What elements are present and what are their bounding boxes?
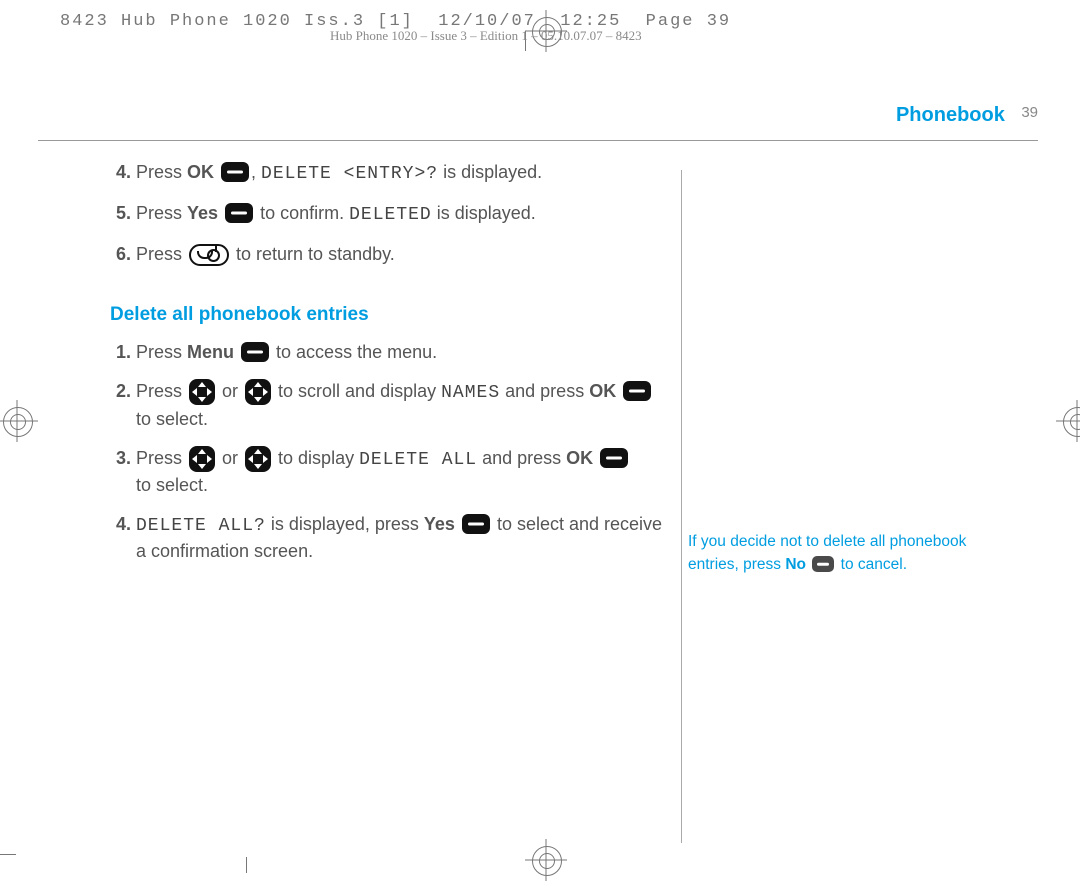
nav-icon — [189, 379, 215, 405]
step-5: Press Yes to confirm. DELETED is display… — [136, 201, 670, 228]
softkey-icon — [225, 203, 253, 223]
del-step-2: Press or to scroll and display NAMES and… — [136, 379, 670, 431]
crop-mark — [525, 839, 567, 881]
softkey-icon — [600, 448, 628, 468]
nav-icon — [245, 446, 271, 472]
main-column: Press OK , DELETE <ENTRY>? is displayed.… — [110, 160, 670, 578]
crop-mark — [246, 857, 247, 873]
softkey-icon — [812, 556, 834, 572]
softkey-icon — [462, 514, 490, 534]
crop-mark — [0, 854, 16, 855]
nav-icon — [245, 379, 271, 405]
softkey-icon — [221, 162, 249, 182]
end-call-icon — [189, 244, 229, 266]
running-header: Phonebook 39 — [896, 104, 1038, 127]
del-step-4: DELETE ALL? is displayed, press Yes to s… — [136, 512, 670, 564]
nav-icon — [189, 446, 215, 472]
subheading: Delete all phonebook entries — [110, 302, 670, 329]
crop-mark — [1056, 400, 1080, 442]
header-rule — [38, 140, 1038, 141]
page-number: 39 — [1021, 104, 1038, 121]
del-step-3: Press or to display DELETE ALL and press… — [136, 446, 670, 498]
softkey-icon — [241, 342, 269, 362]
margin-note: If you decide not to delete all phoneboo… — [688, 530, 1008, 577]
column-divider — [681, 170, 682, 843]
crop-mark — [0, 400, 38, 442]
step-6: Press to return to standby. — [136, 242, 670, 267]
section-title: Phonebook — [896, 104, 1005, 126]
del-step-1: Press Menu to access the menu. — [136, 340, 670, 365]
softkey-icon — [623, 381, 651, 401]
step-4: Press OK , DELETE <ENTRY>? is displayed. — [136, 160, 670, 187]
print-subslug: Hub Phone 1020 – Issue 3 – Edition 1 – 0… — [330, 28, 642, 44]
